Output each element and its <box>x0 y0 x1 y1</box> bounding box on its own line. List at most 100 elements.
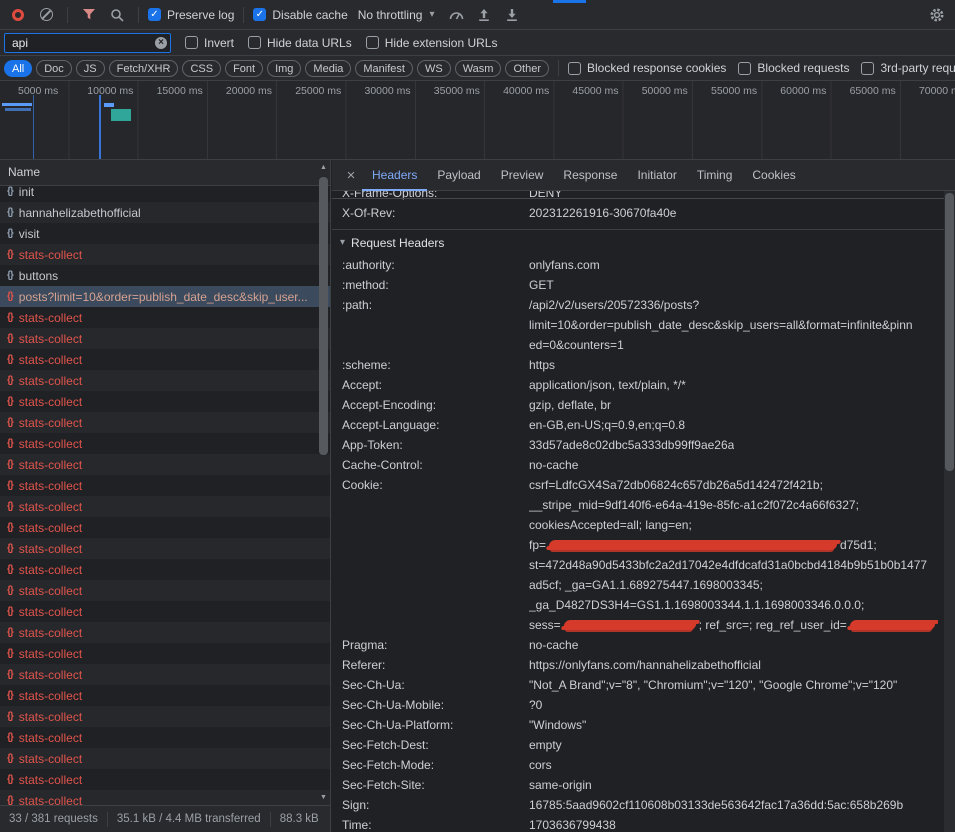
request-row[interactable]: {}stats-collect <box>0 328 330 349</box>
tab-response[interactable]: Response <box>553 160 627 191</box>
invert-checkbox[interactable]: Invert <box>185 36 234 50</box>
request-list-panel: Name {}init{}hannahelizabethofficial{}vi… <box>0 160 331 832</box>
header-value: 202312261916-30670fa40e <box>529 203 676 223</box>
filter-chip-media[interactable]: Media <box>305 60 351 77</box>
request-row[interactable]: {}stats-collect <box>0 622 330 643</box>
filter-toggle-button[interactable] <box>77 3 101 27</box>
request-row[interactable]: {}stats-collect <box>0 748 330 769</box>
request-row[interactable]: {}stats-collect <box>0 538 330 559</box>
request-row[interactable]: {}visit <box>0 223 330 244</box>
header-value-line: sess=; ref_src=; reg_ref_user_id= <box>529 615 938 635</box>
request-row[interactable]: {}stats-collect <box>0 433 330 454</box>
hide-extension-urls-checkbox[interactable]: Hide extension URLs <box>366 36 498 50</box>
headers-pane[interactable]: X-Frame-Options: DENY X-Of-Rev:202312261… <box>332 191 944 832</box>
request-row[interactable]: {}buttons <box>0 265 330 286</box>
import-har-button[interactable] <box>472 3 496 27</box>
header-row: Sign:16785:5aad9602cf110608b03133de56364… <box>332 795 944 815</box>
tab-preview[interactable]: Preview <box>491 160 554 191</box>
header-row: Accept-Encoding:gzip, deflate, br <box>332 395 944 415</box>
filter-chip-manifest[interactable]: Manifest <box>355 60 413 77</box>
export-har-button[interactable] <box>500 3 524 27</box>
request-row[interactable]: {}stats-collect <box>0 727 330 748</box>
filter-chip-doc[interactable]: Doc <box>36 60 72 77</box>
filter-chip-css[interactable]: CSS <box>182 60 221 77</box>
filter-chip-other[interactable]: Other <box>505 60 549 77</box>
request-row[interactable]: {}stats-collect <box>0 580 330 601</box>
search-button[interactable] <box>105 3 129 27</box>
settings-button[interactable] <box>925 3 949 27</box>
request-row[interactable]: {}init <box>0 186 330 202</box>
tab-headers[interactable]: Headers <box>362 160 427 191</box>
request-row[interactable]: {}stats-collect <box>0 412 330 433</box>
request-row[interactable]: {}stats-collect <box>0 307 330 328</box>
filter-chip-wasm[interactable]: Wasm <box>455 60 502 77</box>
hide-data-urls-checkbox[interactable]: Hide data URLs <box>248 36 352 50</box>
scrollbar-thumb[interactable] <box>319 177 328 455</box>
blocked-requests-checkbox[interactable]: Blocked requests <box>738 61 849 75</box>
name-column-header[interactable]: Name <box>0 160 330 186</box>
throttling-select[interactable]: No throttling ▾ <box>358 8 435 22</box>
network-filter-input[interactable] <box>4 33 171 53</box>
record-button[interactable] <box>6 3 30 27</box>
request-row[interactable]: {}stats-collect <box>0 370 330 391</box>
clear-filter-icon[interactable]: × <box>155 37 167 49</box>
request-row[interactable]: {}stats-collect <box>0 706 330 727</box>
request-row[interactable]: {}stats-collect <box>0 517 330 538</box>
request-row[interactable]: {}stats-collect <box>0 790 330 805</box>
request-list-scrollbar[interactable]: ▲ ▼ <box>318 160 329 805</box>
3rd-party-requests-checkbox[interactable]: 3rd-party requests <box>861 61 955 75</box>
network-conditions-button[interactable] <box>444 3 468 27</box>
tab-initiator[interactable]: Initiator <box>627 160 686 191</box>
request-name: posts?limit=10&order=publish_date_desc&s… <box>19 290 308 304</box>
disable-cache-checkbox[interactable]: ✓ Disable cache <box>253 8 347 22</box>
request-row[interactable]: {}stats-collect <box>0 496 330 517</box>
tab-payload[interactable]: Payload <box>427 160 490 191</box>
request-row[interactable]: {}stats-collect <box>0 559 330 580</box>
header-row: :authority:onlyfans.com <box>332 255 944 275</box>
details-scrollbar[interactable] <box>944 191 955 832</box>
request-name: stats-collect <box>19 521 82 535</box>
request-row[interactable]: {}hannahelizabethofficial <box>0 202 330 223</box>
request-row[interactable]: {}stats-collect <box>0 475 330 496</box>
scroll-up-icon[interactable]: ▲ <box>318 164 329 171</box>
json-braces-icon: {} <box>7 396 13 407</box>
scrollbar-thumb[interactable] <box>945 193 954 471</box>
header-row: Pragma:no-cache <box>332 635 944 655</box>
clear-button[interactable] <box>34 3 58 27</box>
request-name: stats-collect <box>19 353 82 367</box>
section-divider <box>332 198 944 199</box>
tab-timing[interactable]: Timing <box>687 160 743 191</box>
header-row: :method:GET <box>332 275 944 295</box>
request-row[interactable]: {}stats-collect <box>0 601 330 622</box>
request-row[interactable]: {}stats-collect <box>0 244 330 265</box>
section-request-headers[interactable]: ▾Request Headers <box>332 229 944 255</box>
request-row[interactable]: {}stats-collect <box>0 391 330 412</box>
scroll-down-icon[interactable]: ▼ <box>318 794 329 801</box>
toolbar-divider <box>138 7 139 23</box>
json-braces-icon: {} <box>7 417 13 428</box>
filter-chip-ws[interactable]: WS <box>417 60 451 77</box>
header-value: empty <box>529 735 562 755</box>
filter-chip-img[interactable]: Img <box>267 60 301 77</box>
header-name: :authority: <box>332 255 529 275</box>
filter-chip-font[interactable]: Font <box>225 60 263 77</box>
request-row[interactable]: {}stats-collect <box>0 664 330 685</box>
request-row[interactable]: {}stats-collect <box>0 769 330 790</box>
request-row[interactable]: {} stats-collect <box>0 349 330 370</box>
timeline-overview[interactable]: 5000 ms10000 ms15000 ms20000 ms25000 ms3… <box>0 81 955 160</box>
request-row[interactable]: {}stats-collect <box>0 685 330 706</box>
checkbox-unchecked-icon <box>568 62 581 75</box>
json-braces-icon: {} <box>7 354 13 365</box>
filter-chip-js[interactable]: JS <box>76 60 105 77</box>
header-name: Sec-Ch-Ua-Platform: <box>332 715 529 735</box>
request-row[interactable]: {}posts?limit=10&order=publish_date_desc… <box>0 286 330 307</box>
preserve-log-checkbox[interactable]: ✓ Preserve log <box>148 8 234 22</box>
header-value-line: https://onlyfans.com/hannahelizabethoffi… <box>529 655 761 675</box>
request-row[interactable]: {}stats-collect <box>0 454 330 475</box>
blocked-response-cookies-checkbox[interactable]: Blocked response cookies <box>568 61 726 75</box>
filter-chip-fetch-xhr[interactable]: Fetch/XHR <box>109 60 179 77</box>
close-details-button[interactable]: × <box>340 167 362 184</box>
tab-cookies[interactable]: Cookies <box>742 160 805 191</box>
request-row[interactable]: {}stats-collect <box>0 643 330 664</box>
filter-chip-all[interactable]: All <box>4 60 32 77</box>
